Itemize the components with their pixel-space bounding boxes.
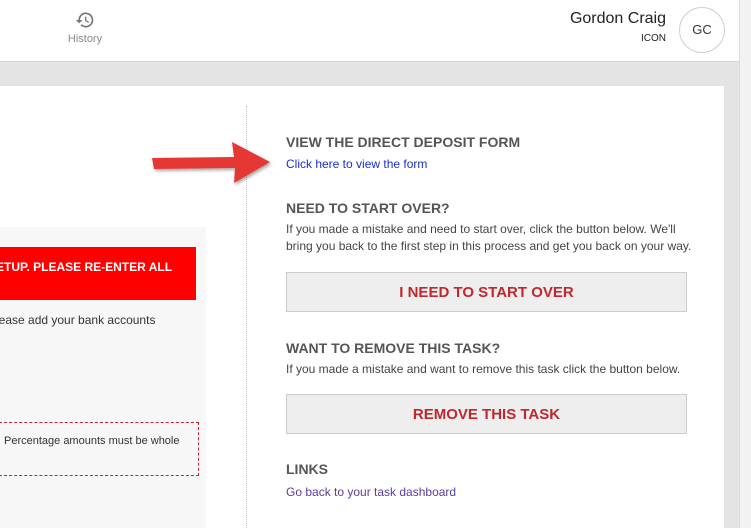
scrollbar[interactable]: [739, 0, 751, 528]
view-form-heading: VIEW THE DIRECT DEPOSIT FORM: [286, 134, 521, 150]
remove-task-description: If you made a mistake and want to remove…: [286, 362, 681, 376]
bank-instructions: lease add your bank accounts: [0, 313, 200, 327]
history-label: History: [67, 33, 103, 45]
start-over-description: If you made a mistake and need to start …: [286, 222, 692, 253]
remove-task-button[interactable]: REMOVE THIS TASK: [286, 394, 687, 434]
top-bar: History Gordon Craig ICON GC: [0, 0, 739, 62]
content-panel: ETUP. PLEASE RE-ENTER ALL lease add your…: [0, 86, 724, 528]
start-over-heading: NEED TO START OVER?: [286, 200, 450, 216]
start-over-button[interactable]: I NEED TO START OVER: [286, 272, 687, 312]
arrow-right-icon: [152, 142, 270, 183]
user-name: Gordon Craig: [569, 10, 666, 27]
bank-instructions-text: lease add your bank accounts: [0, 313, 156, 327]
view-form-link[interactable]: Click here to view the form: [286, 157, 427, 171]
remove-task-heading: WANT TO REMOVE THIS TASK?: [286, 340, 501, 356]
history-button[interactable]: History: [60, 10, 110, 45]
avatar[interactable]: GC: [679, 7, 725, 53]
history-icon: [75, 12, 94, 28]
percentage-notice: Percentage amounts must be whole: [0, 422, 199, 476]
error-banner-text: ETUP. PLEASE RE-ENTER ALL: [0, 260, 173, 274]
error-banner: ETUP. PLEASE RE-ENTER ALL: [0, 247, 196, 300]
dashboard-link[interactable]: Go back to your task dashboard: [286, 485, 456, 499]
user-org: ICON: [641, 33, 666, 44]
links-heading: LINKS: [286, 461, 328, 477]
